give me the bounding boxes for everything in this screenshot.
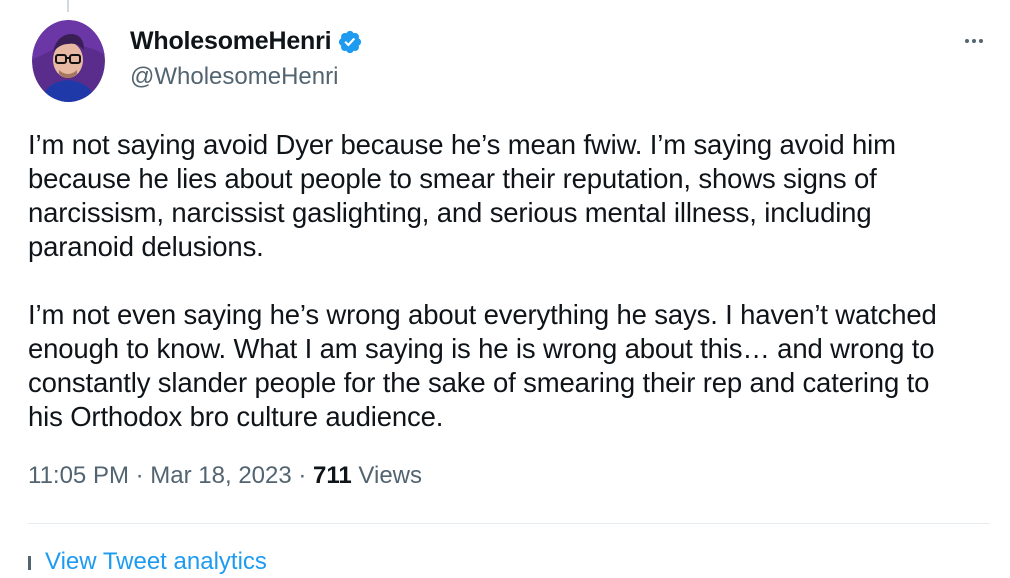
more-horizontal-icon-dot bbox=[972, 39, 976, 43]
author-display-name[interactable]: WholesomeHenri bbox=[130, 27, 332, 56]
views-count: 711 bbox=[313, 462, 352, 489]
views-label: Views bbox=[351, 462, 423, 489]
avatar-image bbox=[32, 20, 105, 102]
tweet-date[interactable]: Mar 18, 2023 bbox=[150, 462, 291, 490]
more-horizontal-icon-dot bbox=[965, 39, 969, 43]
more-horizontal-icon-dot bbox=[979, 39, 983, 43]
tweet-metadata: 11:05 PM · Mar 18, 2023 · 711 Views bbox=[28, 462, 422, 490]
avatar[interactable] bbox=[32, 20, 105, 102]
analytics-icon bbox=[28, 556, 31, 570]
meta-separator: · bbox=[291, 462, 314, 489]
tweet-analytics-label: View Tweet analytics bbox=[45, 548, 267, 575]
author-name-row[interactable]: WholesomeHenri bbox=[130, 27, 363, 56]
verified-badge-icon bbox=[337, 29, 363, 55]
more-options-button[interactable] bbox=[958, 30, 990, 52]
divider bbox=[28, 523, 990, 524]
thread-connector-line bbox=[67, 0, 69, 12]
tweet-text: I’m not saying avoid Dyer because he’s m… bbox=[28, 128, 1003, 434]
tweet-paragraph: I’m not saying avoid Dyer because he’s m… bbox=[28, 129, 896, 262]
author-handle[interactable]: @WholesomeHenri bbox=[130, 63, 338, 91]
tweet-time[interactable]: 11:05 PM bbox=[28, 462, 129, 490]
tweet-paragraph: I’m not even saying he’s wrong about eve… bbox=[28, 299, 937, 432]
tweet-analytics-link[interactable]: View Tweet analytics bbox=[28, 548, 267, 578]
meta-separator: · bbox=[128, 462, 151, 489]
